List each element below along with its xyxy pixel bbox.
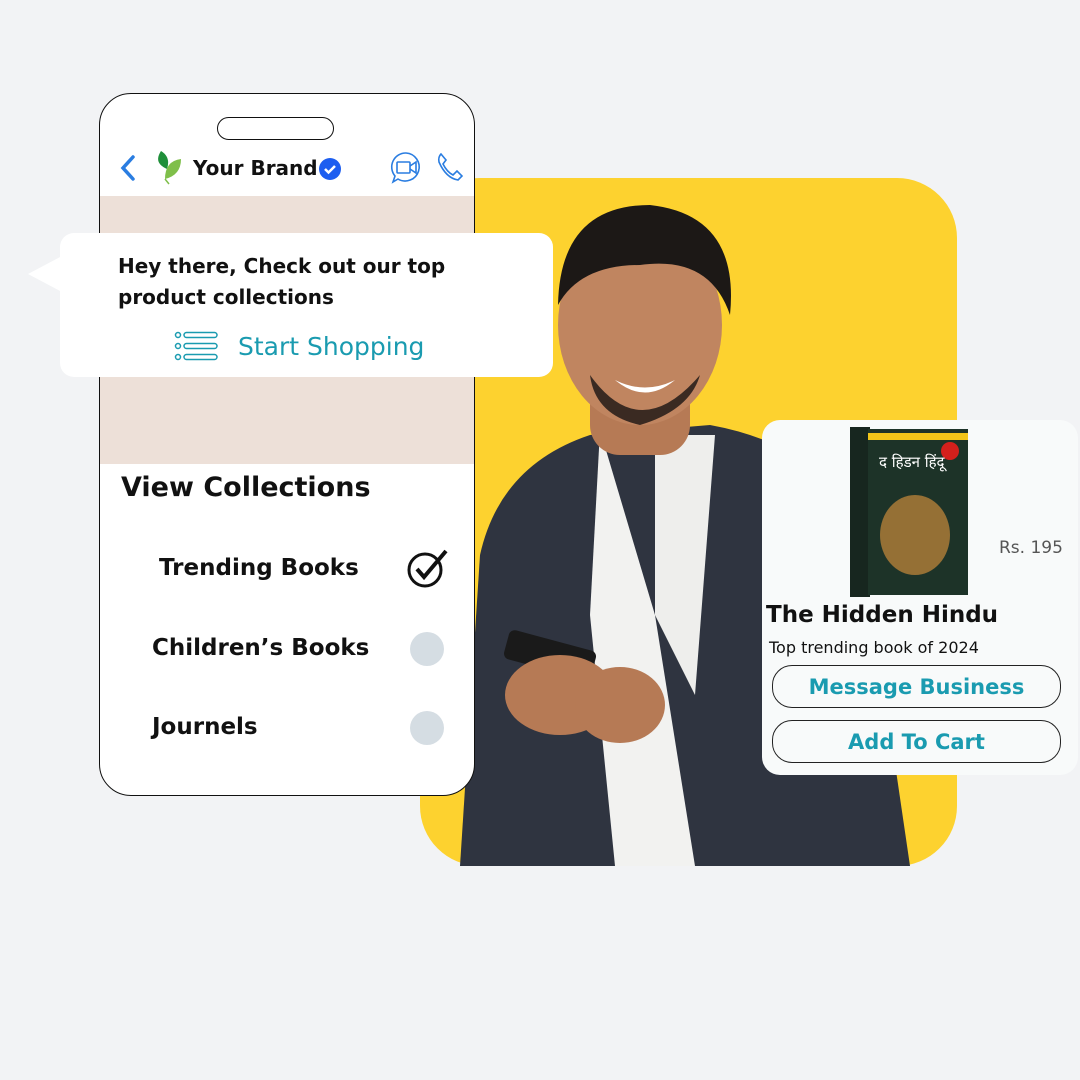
book-cover-title: द हिडन हिंदू bbox=[879, 453, 948, 472]
collection-item-trending-books[interactable]: Trending Books bbox=[159, 555, 359, 581]
message-text: Hey there, Check out our top product col… bbox=[118, 254, 446, 309]
start-shopping-label: Start Shopping bbox=[238, 331, 425, 361]
product-title: The Hidden Hindu bbox=[766, 602, 999, 628]
collections-title: View Collections bbox=[121, 472, 371, 503]
unchecked-radio[interactable] bbox=[410, 632, 444, 666]
message-business-button[interactable]: Message Business bbox=[772, 665, 1061, 708]
product-subtitle: Top trending book of 2024 bbox=[769, 638, 979, 657]
phone-mockup: Your Brand bbox=[99, 93, 475, 796]
phone-notch bbox=[217, 117, 334, 140]
chat-message-bubble: Hey there, Check out our top product col… bbox=[60, 233, 553, 377]
book-cover-image: द हिडन हिंदू bbox=[850, 427, 968, 597]
collection-item-journels[interactable]: Journels bbox=[152, 714, 258, 740]
back-chevron-icon[interactable] bbox=[118, 154, 138, 182]
product-price: Rs. 195 bbox=[999, 538, 1063, 558]
start-shopping-button[interactable]: Start Shopping bbox=[174, 331, 424, 361]
list-icon bbox=[174, 331, 218, 361]
unchecked-radio[interactable] bbox=[410, 711, 444, 745]
video-call-icon[interactable] bbox=[390, 151, 423, 184]
brand-name: Your Brand bbox=[193, 156, 318, 180]
product-card: द हिडन हिंदू Rs. 195 The Hidden Hindu To… bbox=[762, 420, 1078, 775]
leaf-logo-icon bbox=[158, 151, 181, 185]
checked-radio-icon[interactable] bbox=[406, 548, 450, 590]
verified-badge-icon bbox=[319, 158, 341, 180]
add-to-cart-button[interactable]: Add To Cart bbox=[772, 720, 1061, 763]
collection-item-childrens-books[interactable]: Children’s Books bbox=[152, 635, 369, 661]
phone-call-icon[interactable] bbox=[436, 152, 464, 182]
